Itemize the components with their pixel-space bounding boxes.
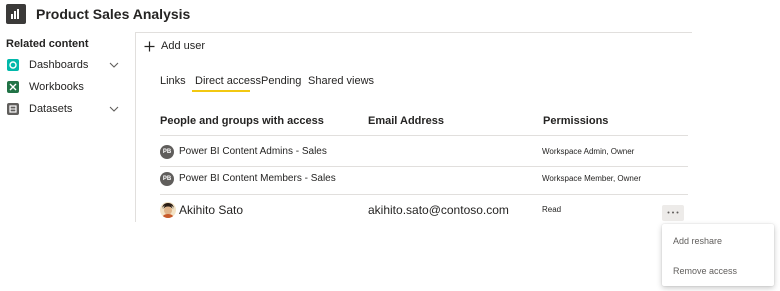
avatar [160,202,176,218]
add-user-label: Add user [161,40,206,52]
table-divider [160,135,688,136]
column-header-email: Email Address [368,115,445,127]
table-row: PB Power BI Content Admins - Sales Works… [160,140,688,164]
header-divider [136,32,692,33]
menu-item-label: Remove access [673,266,738,276]
related-content-sidebar: Related content Dashboards Workbooks Dat… [0,32,136,222]
app-header: Product Sales Analysis [0,0,780,32]
avatar: PB [160,145,174,159]
row-permission: Workspace Admin, Owner [542,147,635,156]
row-name: Power BI Content Members - Sales [179,173,336,184]
sidebar-item-dashboards[interactable]: Dashboards [0,55,132,77]
add-reshare-menu-item[interactable]: Add reshare [662,225,774,255]
dataset-icon [7,103,19,115]
tab-links[interactable]: Links [160,75,186,87]
ellipsis-icon [667,211,679,214]
sidebar-heading: Related content [6,38,89,50]
table-divider [160,194,688,195]
sidebar-item-label: Dashboards [29,59,89,71]
report-chart-icon [6,4,26,24]
avatar: PB [160,172,174,186]
column-header-people: People and groups with access [160,115,324,127]
table-row: PB Power BI Content Members - Sales Work… [160,167,688,191]
table-row: Akihito Sato akihito.sato@contoso.com Re… [160,198,688,222]
active-tab-indicator [192,90,250,92]
sidebar-item-datasets[interactable]: Datasets [0,99,132,121]
tab-direct-access[interactable]: Direct access [195,75,261,87]
more-options-button[interactable] [662,205,684,221]
row-permission: Workspace Member, Owner [542,174,641,183]
chevron-down-icon[interactable] [108,103,120,115]
row-name: Akihito Sato [179,203,244,217]
page-title: Product Sales Analysis [36,6,191,22]
chevron-down-icon[interactable] [108,59,120,71]
sidebar-item-label: Datasets [29,103,73,115]
excel-workbook-icon [7,81,19,93]
menu-item-label: Add reshare [673,236,723,246]
row-name: Power BI Content Admins - Sales [179,146,327,157]
sidebar-item-workbooks[interactable]: Workbooks [0,77,132,99]
remove-access-menu-item[interactable]: Remove access [662,255,774,285]
row-permission: Read [542,205,562,214]
tab-shared-views[interactable]: Shared views [308,75,374,87]
sidebar-item-label: Workbooks [29,81,84,93]
tab-pending[interactable]: Pending [261,75,301,87]
row-email: akihito.sato@contoso.com [368,203,509,217]
column-header-permissions: Permissions [543,115,609,127]
row-context-menu: Add reshare Remove access [662,224,774,286]
dashboard-icon [7,59,19,71]
plus-icon [144,41,155,52]
